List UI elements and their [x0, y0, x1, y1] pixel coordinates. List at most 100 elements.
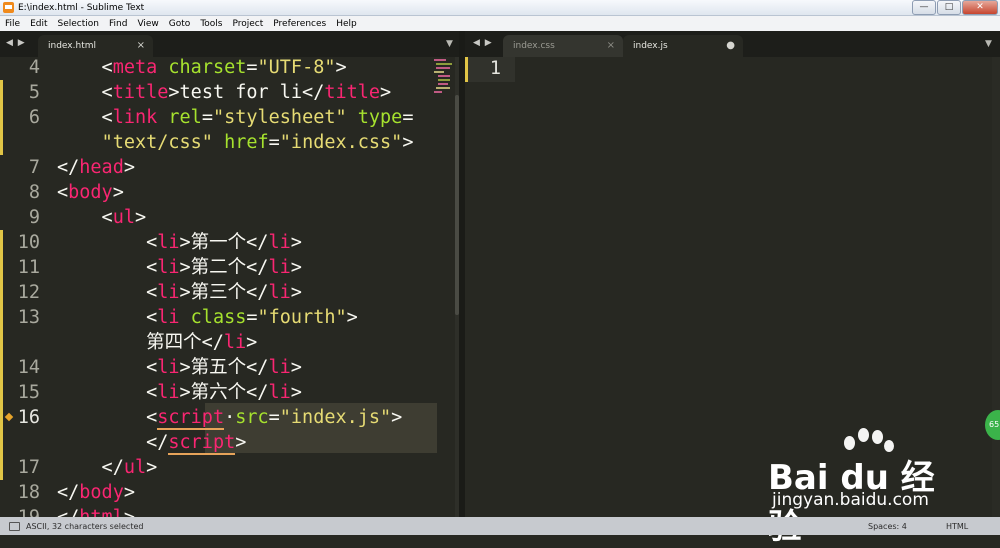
- title-bar: E:\index.html - Sublime Text — □ ✕: [0, 0, 1000, 16]
- baidu-jingyan-watermark: Bai du 经验 jingyan.baidu.com: [768, 428, 958, 547]
- code-text: </: [57, 432, 169, 453]
- unsaved-dot-icon[interactable]: ●: [726, 40, 735, 51]
- modified-marker: [0, 280, 3, 305]
- code-text: >: [380, 82, 392, 103]
- code-text: >: [290, 282, 302, 303]
- line-number: 15: [17, 382, 40, 403]
- menu-item-tools[interactable]: Tools: [195, 19, 227, 29]
- tag-name: li: [157, 232, 180, 253]
- code-text: <: [57, 57, 113, 78]
- code-text: >: [146, 457, 158, 478]
- tab-index-html[interactable]: index.html ×: [38, 35, 153, 57]
- line-number: 11: [17, 257, 40, 278]
- code-text: 第四个</: [57, 332, 224, 353]
- right-tab-bar: ◀ ▶ ▼ index.css × index.js ●: [465, 31, 1000, 57]
- string-literal: "UTF-8": [257, 57, 336, 78]
- code-line: </ul>: [57, 455, 158, 480]
- tag-name: li: [268, 382, 291, 403]
- tag-name: ul: [112, 207, 135, 228]
- code-text: =: [402, 107, 414, 128]
- code-text: =: [268, 407, 280, 428]
- code-text: >: [290, 232, 302, 253]
- tab-nav-arrows[interactable]: ◀ ▶: [473, 38, 493, 48]
- code-text: >第一个</: [179, 232, 269, 253]
- console-toggle-icon[interactable]: [9, 521, 20, 531]
- modified-marker: [465, 57, 468, 82]
- line-number: 1: [489, 58, 501, 79]
- code-text: <: [57, 82, 113, 103]
- code-editor-left[interactable]: <meta charset="UTF-8"> <title>test for l…: [57, 57, 437, 517]
- line-number: 4: [28, 57, 40, 78]
- modified-marker: [0, 430, 3, 455]
- maximize-button[interactable]: □: [937, 0, 961, 15]
- code-line: <li class="fourth">: [57, 305, 358, 330]
- attribute-name: type: [357, 107, 403, 128]
- line-number: 6: [28, 107, 40, 128]
- tag-name: li: [223, 332, 247, 353]
- menu-bar: File Edit Selection Find View Goto Tools Projec…: [0, 16, 1000, 31]
- code-text: >: [346, 307, 358, 328]
- string-literal: "text/css": [101, 132, 213, 153]
- code-text: =: [246, 57, 258, 78]
- code-text: <: [57, 282, 158, 303]
- right-scrollbar[interactable]: [992, 57, 1000, 517]
- menu-item-help[interactable]: Help: [331, 19, 362, 29]
- modified-marker: [0, 130, 3, 155]
- tab-nav-arrows[interactable]: ◀ ▶: [6, 38, 26, 48]
- menu-item-goto[interactable]: Goto: [164, 19, 196, 29]
- code-text: <: [57, 257, 158, 278]
- code-line: </head>: [57, 155, 135, 180]
- menu-item-preferences[interactable]: Preferences: [268, 19, 331, 29]
- indentation-setting[interactable]: Spaces: 4: [868, 522, 907, 531]
- string-literal: "index.js": [279, 407, 392, 428]
- attribute-name: class: [190, 307, 247, 328]
- line-number: 17: [17, 457, 40, 478]
- code-text: <: [57, 382, 158, 403]
- code-text: >: [134, 207, 147, 228]
- window-controls: — □ ✕: [911, 0, 998, 15]
- tag-name: li: [157, 257, 180, 278]
- menu-item-edit[interactable]: Edit: [25, 19, 52, 29]
- tag-name: title: [324, 82, 381, 103]
- tab-close-icon[interactable]: ×: [607, 40, 615, 51]
- pane-divider[interactable]: [459, 31, 465, 517]
- tab-close-icon[interactable]: ×: [137, 40, 145, 51]
- line-number: 8: [28, 182, 40, 203]
- menu-item-file[interactable]: File: [0, 19, 25, 29]
- modified-marker: [0, 255, 3, 280]
- menu-item-project[interactable]: Project: [227, 19, 268, 29]
- code-line: </body>: [57, 480, 135, 505]
- modified-marker: [0, 405, 3, 430]
- tag-name: li: [268, 257, 291, 278]
- tab-dropdown-icon[interactable]: ▼: [446, 39, 453, 49]
- minimap[interactable]: [432, 57, 454, 97]
- modified-marker: [0, 455, 3, 480]
- code-text: >: [290, 357, 302, 378]
- tab-label: index.css: [513, 41, 555, 51]
- tab-dropdown-icon[interactable]: ▼: [985, 39, 992, 49]
- code-text: =: [246, 307, 258, 328]
- menu-item-selection[interactable]: Selection: [53, 19, 104, 29]
- code-line: <ul>: [57, 205, 147, 230]
- side-badge[interactable]: 65: [985, 410, 1000, 440]
- line-number: 12: [17, 282, 40, 303]
- code-text: <: [57, 357, 158, 378]
- tab-label: index.html: [48, 41, 96, 51]
- tab-index-js[interactable]: index.js ●: [623, 35, 743, 57]
- code-text: >第六个</: [179, 382, 269, 403]
- string-literal: "stylesheet": [212, 107, 347, 128]
- tab-index-css[interactable]: index.css ×: [503, 35, 623, 57]
- string-literal: "fourth": [257, 307, 347, 328]
- menu-item-find[interactable]: Find: [104, 19, 132, 29]
- tag-name: script: [157, 407, 225, 430]
- code-text: =: [201, 107, 213, 128]
- tag-name: html: [79, 507, 124, 517]
- syntax-selector[interactable]: HTML: [946, 522, 968, 531]
- code-text: </: [57, 157, 80, 178]
- minimize-button[interactable]: —: [912, 0, 936, 15]
- close-button[interactable]: ✕: [962, 0, 998, 15]
- menu-item-view[interactable]: View: [132, 19, 163, 29]
- code-line: <link rel="stylesheet" type=: [57, 105, 414, 130]
